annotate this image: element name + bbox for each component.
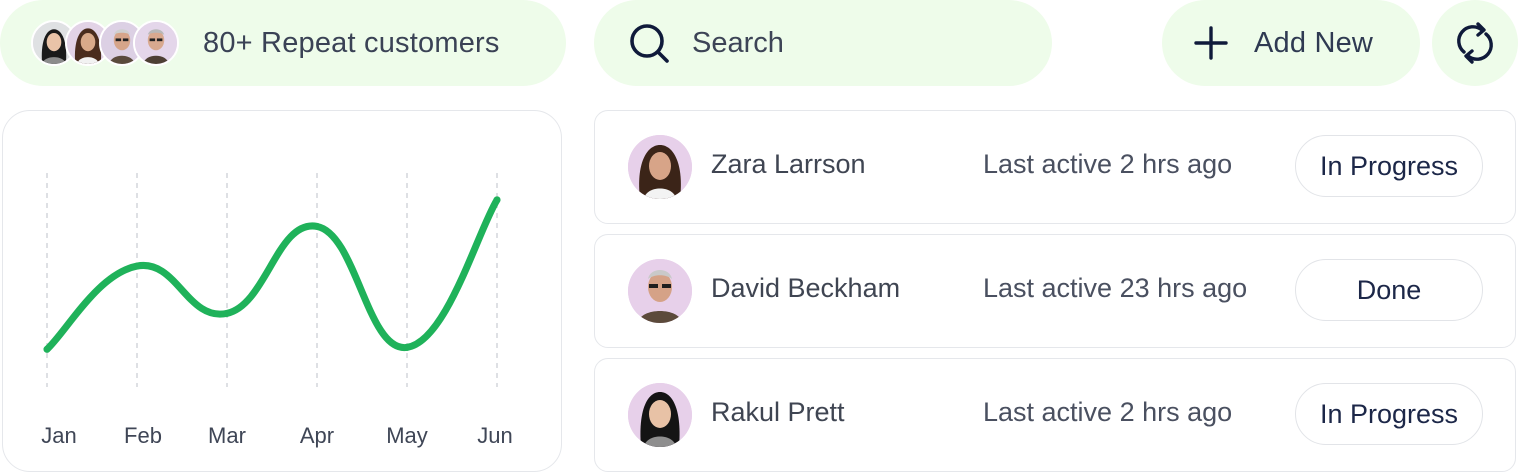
last-active-text: Last active 23 hrs ago [983, 273, 1248, 303]
last-active-text: Last active 2 hrs ago [983, 149, 1233, 179]
avatar [628, 259, 692, 323]
data-point [313, 222, 321, 230]
x-tick-label: Jun [477, 423, 512, 448]
x-tick-label: Jan [41, 423, 76, 448]
add-new-label: Add New [1254, 26, 1374, 59]
avatar [628, 383, 692, 447]
refresh-icon [1452, 20, 1498, 66]
data-point [43, 345, 51, 353]
status-button[interactable]: In Progress [1295, 135, 1483, 197]
series-line [43, 196, 501, 353]
refresh-button[interactable] [1432, 0, 1518, 86]
add-new-button[interactable]: Add New [1162, 0, 1420, 86]
line-chart: Jan Feb Mar Apr May Jun [41, 173, 513, 448]
customer-name: David Beckham [711, 273, 901, 303]
customer-name: Zara Larrson [711, 149, 866, 179]
customer-avatar-stack [31, 20, 179, 66]
search-bar[interactable] [594, 0, 1052, 86]
customer-row[interactable]: Zara Larrson Last active 2 hrs ago In Pr… [594, 110, 1516, 224]
customer-row[interactable]: Rakul Prett Last active 2 hrs ago In Pro… [594, 358, 1516, 472]
x-tick-label: Feb [124, 423, 162, 448]
last-active-text: Last active 2 hrs ago [983, 397, 1233, 427]
search-icon [628, 22, 670, 64]
search-input[interactable] [692, 26, 992, 60]
customer-row[interactable]: David Beckham Last active 23 hrs ago Don… [594, 234, 1516, 348]
repeat-customers-label: 80+ Repeat customers [203, 26, 500, 59]
data-point [493, 196, 501, 204]
customer-name: Rakul Prett [711, 397, 845, 427]
plus-icon [1194, 26, 1228, 60]
repeat-customers-pill: 80+ Repeat customers [0, 0, 566, 86]
x-tick-label: Apr [300, 423, 334, 448]
activity-chart-card: Jan Feb Mar Apr May Jun [2, 110, 562, 472]
data-point [403, 343, 411, 351]
x-tick-label: May [386, 423, 428, 448]
data-point [133, 262, 141, 270]
avatar [628, 135, 692, 199]
data-point [223, 309, 231, 317]
x-tick-label: Mar [208, 423, 246, 448]
avatar [133, 20, 179, 66]
status-button[interactable]: In Progress [1295, 383, 1483, 445]
status-button[interactable]: Done [1295, 259, 1483, 321]
